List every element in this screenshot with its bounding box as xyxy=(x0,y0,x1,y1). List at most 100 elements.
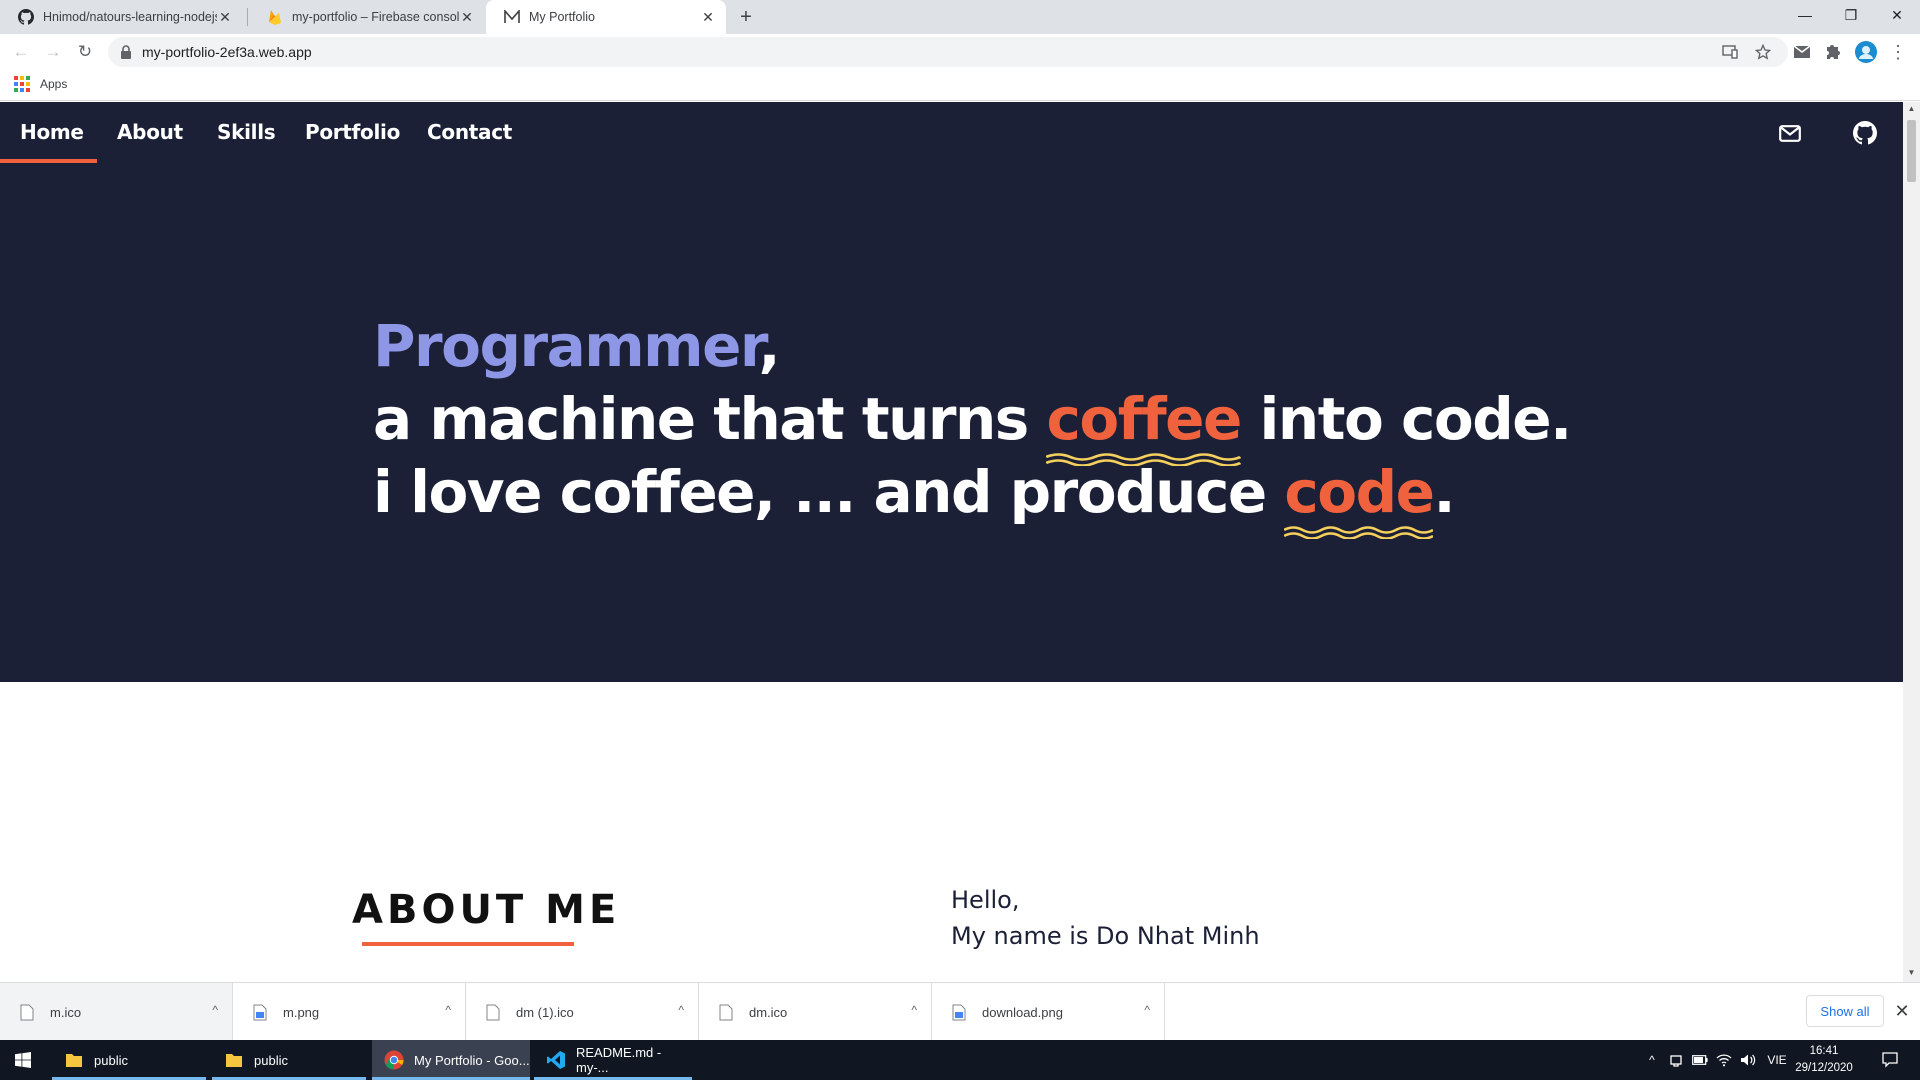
mail-extension-icon[interactable] xyxy=(1790,40,1814,64)
github-icon xyxy=(18,9,34,25)
highlight-code: code xyxy=(1284,456,1435,539)
highlight-coffee: coffee xyxy=(1046,383,1242,466)
bookmarks-bar: Apps xyxy=(0,70,1920,101)
headline-comma: , xyxy=(758,312,781,380)
image-file-icon xyxy=(952,1004,966,1021)
about-title: ABOUT ME xyxy=(352,887,621,933)
nav-contact[interactable]: Contact xyxy=(427,120,512,144)
tab-firebase[interactable]: my-portfolio – Firebase console ✕ xyxy=(249,0,485,34)
tray-device-icon[interactable] xyxy=(1664,1040,1688,1080)
show-all-button[interactable]: Show all xyxy=(1806,995,1884,1027)
close-tab-icon[interactable]: ✕ xyxy=(700,9,716,25)
volume-icon[interactable] xyxy=(1736,1040,1760,1080)
scrollbar-thumb[interactable] xyxy=(1907,120,1916,182)
download-filename: dm (1).ico xyxy=(516,1004,574,1020)
download-item[interactable]: download.png ^ xyxy=(932,983,1165,1041)
nav-skills[interactable]: Skills xyxy=(217,120,276,144)
address-bar[interactable]: my-portfolio-2ef3a.web.app xyxy=(108,37,1788,67)
mail-icon[interactable] xyxy=(1777,120,1803,146)
close-tab-icon[interactable]: ✕ xyxy=(459,9,475,25)
taskbar-item-label: My Portfolio - Goo... xyxy=(414,1052,530,1068)
tab-title: Hnimod/natours-learning-nodejs xyxy=(43,10,217,24)
firebase-icon xyxy=(267,9,283,25)
nav-about[interactable]: About xyxy=(117,120,183,144)
nav-portfolio[interactable]: Portfolio xyxy=(305,120,400,144)
minimize-button[interactable]: — xyxy=(1782,0,1828,30)
headline-text: a machine that turns xyxy=(373,385,1047,453)
download-item[interactable]: dm (1).ico ^ xyxy=(466,983,699,1041)
install-app-icon[interactable] xyxy=(1720,42,1740,62)
headline-text: i love coffee, ... and produce xyxy=(373,458,1285,526)
extensions-puzzle-icon[interactable] xyxy=(1822,40,1846,64)
battery-icon[interactable] xyxy=(1688,1040,1712,1080)
chevron-up-icon[interactable]: ^ xyxy=(1144,1003,1150,1017)
chevron-up-icon[interactable]: ^ xyxy=(445,1003,451,1017)
headline-text: into code. xyxy=(1240,385,1573,453)
taskbar-item-chrome[interactable]: My Portfolio - Goo... xyxy=(372,1040,530,1080)
apps-grid-icon xyxy=(14,76,30,92)
restore-button[interactable]: ❐ xyxy=(1828,0,1874,30)
taskbar-clock[interactable]: 16:41 29/12/2020 xyxy=(1784,1043,1864,1077)
file-icon xyxy=(20,1004,34,1021)
about-intro: Hello, My name is Do Nhat Minh xyxy=(951,882,1260,954)
url-text: my-portfolio-2ef3a.web.app xyxy=(142,44,312,60)
image-file-icon xyxy=(253,1004,267,1021)
about-greeting: Hello, xyxy=(951,886,1020,914)
page-scrollbar[interactable]: ▲ ▼ xyxy=(1903,102,1920,982)
chrome-menu-icon[interactable]: ⋮ xyxy=(1886,40,1910,64)
notifications-icon[interactable] xyxy=(1872,1040,1908,1080)
active-nav-indicator xyxy=(0,159,97,163)
taskbar-item-explorer[interactable]: public xyxy=(212,1040,366,1080)
windows-start-button[interactable] xyxy=(0,1040,46,1080)
tab-title: my-portfolio – Firebase console xyxy=(292,10,459,24)
tab-separator xyxy=(247,8,248,26)
download-filename: dm.ico xyxy=(749,1004,788,1020)
close-shelf-icon[interactable]: ✕ xyxy=(1892,1001,1912,1021)
bookmark-star-icon[interactable] xyxy=(1753,42,1773,62)
highlight-coffee-text: coffee xyxy=(1046,385,1242,453)
new-tab-button[interactable]: + xyxy=(734,5,758,29)
chevron-up-icon[interactable]: ^ xyxy=(678,1003,684,1017)
close-tab-icon[interactable]: ✕ xyxy=(217,9,233,25)
headline-text: . xyxy=(1433,458,1455,526)
reload-button[interactable]: ↻ xyxy=(73,40,97,64)
clock-date: 29/12/2020 xyxy=(1795,1062,1853,1074)
about-title-underline xyxy=(362,942,574,946)
taskbar-item-explorer[interactable]: public xyxy=(52,1040,206,1080)
lock-icon xyxy=(121,45,131,59)
apps-bookmark[interactable]: Apps xyxy=(14,76,67,92)
profile-avatar[interactable] xyxy=(1854,40,1878,64)
hero-headline: Programmer, a machine that turns coffee … xyxy=(373,310,1573,539)
wifi-icon[interactable] xyxy=(1712,1040,1736,1080)
forward-button[interactable]: → xyxy=(41,40,65,64)
chrome-icon xyxy=(384,1050,404,1070)
about-name: My name is Do Nhat Minh xyxy=(951,922,1260,950)
back-button[interactable]: ← xyxy=(9,40,33,64)
download-item[interactable]: m.png ^ xyxy=(233,983,466,1041)
taskbar-item-vscode[interactable]: README.md - my-... xyxy=(534,1040,692,1080)
headline-line-3: i love coffee, ... and produce code. xyxy=(373,456,1571,539)
chevron-up-icon[interactable]: ^ xyxy=(911,1003,917,1017)
tab-strip: Hnimod/natours-learning-nodejs ✕ my-port… xyxy=(0,0,1920,34)
windows-taskbar: public public My Portfolio - Goo... READ… xyxy=(0,1040,1920,1080)
download-shelf: m.ico ^ m.png ^ dm (1).ico ^ dm.ico ^ do… xyxy=(0,982,1920,1041)
download-item[interactable]: dm.ico ^ xyxy=(699,983,932,1041)
nav-home[interactable]: Home xyxy=(20,120,84,144)
tray-chevron-up-icon[interactable]: ^ xyxy=(1640,1040,1664,1080)
github-icon[interactable] xyxy=(1852,120,1878,146)
headline-programmer: Programmer xyxy=(373,312,760,380)
page-viewport: Home About Skills Portfolio Contact Prog… xyxy=(0,102,1903,982)
download-item[interactable]: m.ico ^ xyxy=(0,983,233,1041)
scroll-up-arrow[interactable]: ▲ xyxy=(1907,104,1916,114)
folder-icon xyxy=(224,1050,244,1070)
chevron-up-icon[interactable]: ^ xyxy=(212,1003,218,1017)
browser-toolbar: ← → ↻ my-portfolio-2ef3a.web.app ⋮ xyxy=(0,34,1920,70)
close-window-button[interactable]: ✕ xyxy=(1874,0,1920,30)
tab-github[interactable]: Hnimod/natours-learning-nodejs ✕ xyxy=(0,0,243,34)
scroll-down-arrow[interactable]: ▼ xyxy=(1907,968,1916,978)
tab-my-portfolio[interactable]: My Portfolio ✕ xyxy=(486,0,726,34)
headline-line-1: Programmer, xyxy=(373,310,1571,383)
hero-section: Home About Skills Portfolio Contact Prog… xyxy=(0,102,1903,682)
folder-icon xyxy=(64,1050,84,1070)
tab-title: My Portfolio xyxy=(529,10,595,24)
